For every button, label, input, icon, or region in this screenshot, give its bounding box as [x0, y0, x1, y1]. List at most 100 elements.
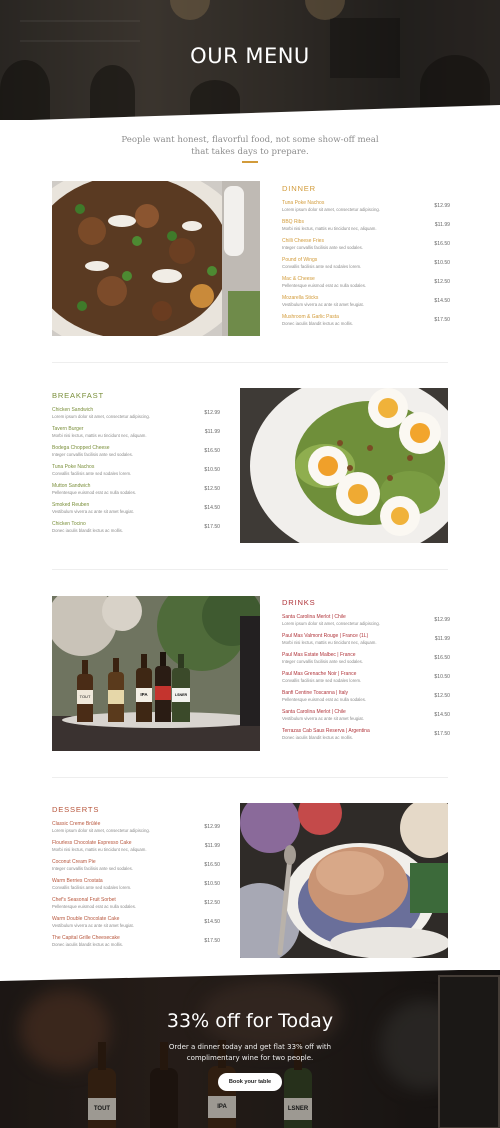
- item-price: $14.50: [204, 919, 220, 925]
- list-item: Chef's Seasonal Fruit Sorbet Pellentesque…: [52, 897, 220, 915]
- item-desc: Vestibulum viverra ac ante sit amet feug…: [282, 716, 364, 721]
- item-price: $12.50: [434, 279, 450, 285]
- item-name: Tuna Poke Nachos: [52, 464, 95, 470]
- list-item: Coconut Cream Pie Integer convallis facil…: [52, 859, 220, 877]
- item-name: Flourless Chocolate Espresso Cake: [52, 840, 132, 846]
- item-price: $10.50: [204, 467, 220, 473]
- item-desc: Vestibulum viverra ac ante sit amet feug…: [282, 302, 364, 307]
- item-desc: Donec iaculis blandit lectus ac mollis.: [282, 735, 353, 740]
- item-desc: Donec iaculis blandit lectus ac mollis.: [282, 321, 353, 326]
- item-price: $10.50: [434, 674, 450, 680]
- item-name: Mushroom & Garlic Pasta: [282, 314, 339, 320]
- list-item: Flourless Chocolate Espresso Cake Morbi n…: [52, 840, 220, 858]
- list-item: Mozarella Sticks Vestibulum viverra ac an…: [282, 295, 450, 313]
- list-item: Mac & Cheese Pellentesque euismod erat ac…: [282, 276, 450, 294]
- list-item: Chilli Cheese Fries Integer convallis fac…: [282, 238, 450, 256]
- item-name: Banfi Centine Toscanna | Italy: [282, 690, 348, 696]
- item-price: $14.50: [204, 505, 220, 511]
- item-name: Warm Double Chocolate Cake: [52, 916, 120, 922]
- item-price: $17.50: [204, 938, 220, 944]
- item-price: $11.99: [204, 843, 220, 849]
- list-item: Warm Berries Crostata Convallis facilisis…: [52, 878, 220, 896]
- page-title: OUR MENU: [190, 44, 310, 68]
- list-item: The Capital Grille Cheesecake Donec iacul…: [52, 935, 220, 953]
- promo-subtitle: Order a dinner today and get flat 33% of…: [168, 1043, 332, 1062]
- item-price: $12.50: [204, 900, 220, 906]
- item-desc: Lorem ipsum dolor sit amet, consectetur …: [282, 621, 380, 626]
- list-item: Paul Mas Estate Malbec | France Integer c…: [282, 652, 450, 670]
- item-price: $16.50: [204, 448, 220, 454]
- item-desc: Donec iaculis blandit lectus ac mollis.: [52, 528, 123, 533]
- item-name: Smoked Reuben: [52, 502, 90, 508]
- item-name: Pound of Wings: [282, 257, 318, 263]
- item-price: $12.99: [434, 617, 450, 623]
- item-name: Bodega Chopped Cheese: [52, 445, 110, 451]
- bottle-label: LSNER: [172, 688, 190, 702]
- bottle-4: [155, 652, 171, 722]
- list-item: Mutton Sandwich Pellentesque euismod erat…: [52, 483, 220, 501]
- list-item: Terrazas Cab Saus Reserva | Argentina Don…: [282, 728, 450, 746]
- item-desc: Convallis facilisis ante sed sodales lor…: [52, 885, 132, 890]
- item-price: $16.50: [204, 862, 220, 868]
- item-desc: Lorem ipsum dolor sit amet, consectetur …: [282, 207, 380, 212]
- item-name: Chicken Sandwich: [52, 407, 94, 413]
- bottle-label: TOUT: [77, 690, 93, 704]
- list-item: Tuna Poke Nachos Lorem ipsum dolor sit am…: [282, 200, 450, 218]
- section-divider: [52, 777, 448, 778]
- item-desc: Convallis facilisis ante sed sodales lor…: [52, 471, 132, 476]
- item-desc: Convallis facilisis ante sed sodales lor…: [282, 264, 362, 269]
- item-desc: Integer convallis facilisis ante sed sod…: [282, 245, 363, 250]
- drinks-title: DRINKS: [282, 598, 316, 607]
- item-price: $12.50: [434, 693, 450, 699]
- section-divider: [52, 362, 448, 363]
- item-name: Chef's Seasonal Fruit Sorbet: [52, 897, 116, 903]
- item-desc: Pellentesque euismod erat ac nulla sodal…: [282, 697, 367, 702]
- promo-title: 33% off for Today: [166, 1010, 334, 1032]
- item-name: BBQ Ribs: [282, 219, 304, 225]
- item-price: $14.50: [434, 712, 450, 718]
- list-item: Bodega Chopped Cheese Integer convallis f…: [52, 445, 220, 463]
- list-item: Classic Creme Brûlée Lorem ipsum dolor si…: [52, 821, 220, 839]
- list-item: Pound of Wings Convallis facilisis ante s…: [282, 257, 450, 275]
- item-price: $10.50: [434, 260, 450, 266]
- item-desc: Lorem ipsum dolor sit amet, consectetur …: [52, 414, 150, 419]
- dinner-photo: [52, 181, 260, 336]
- item-desc: Pellentesque euismod erat ac nulla sodal…: [52, 904, 137, 909]
- bottle-1: TOUT: [77, 660, 93, 722]
- dinner-title: DINNER: [282, 184, 316, 193]
- list-item: BBQ Ribs Morbi nisi lectus, mattis eu tin…: [282, 219, 450, 237]
- item-name: Classic Creme Brûlée: [52, 821, 101, 827]
- item-desc: Lorem ipsum dolor sit amet, consectetur …: [52, 828, 150, 833]
- item-price: $11.99: [434, 222, 450, 228]
- item-name: Mac & Cheese: [282, 276, 315, 282]
- list-item: Chicken Tocino Donec iaculis blandit lect…: [52, 521, 220, 539]
- list-item: Santa Carolina Merlot | Chile Lorem ipsum…: [282, 614, 450, 632]
- promo-slant-divider: [0, 970, 459, 981]
- list-item: Chicken Sandwich Lorem ipsum dolor sit am…: [52, 407, 220, 425]
- item-desc: Integer convallis facilisis ante sed sod…: [52, 452, 133, 457]
- list-item: Paul Mas Valmont Rouge | France (1L) Morb…: [282, 633, 450, 651]
- item-price: $10.50: [204, 881, 220, 887]
- breakfast-title: BREAKFAST: [52, 391, 104, 400]
- item-price: $12.50: [204, 486, 220, 492]
- item-desc: Morbi nisi lectus, mattis eu tincidunt n…: [52, 847, 147, 852]
- list-item: Warm Double Chocolate Cake Vestibulum viv…: [52, 916, 220, 934]
- item-price: $17.50: [434, 731, 450, 737]
- item-name: Tavern Burger: [52, 426, 84, 432]
- list-item: Tavern Burger Morbi nisi lectus, mattis e…: [52, 426, 220, 444]
- item-price: $12.99: [434, 203, 450, 209]
- intro-accent-line: [242, 161, 258, 163]
- breakfast-photo: [240, 388, 448, 543]
- item-name: Paul Mas Valmont Rouge | France (1L): [282, 633, 369, 639]
- bottle-3: IPA: [136, 654, 152, 722]
- item-name: Mozarella Sticks: [282, 295, 319, 301]
- item-name: Chilli Cheese Fries: [282, 238, 324, 244]
- intro-text: People want honest, flavorful food, not …: [121, 135, 379, 157]
- item-price: $16.50: [434, 655, 450, 661]
- book-table-button[interactable]: Book your table: [218, 1073, 282, 1091]
- drinks-photo: TOUT IPA LSNER: [52, 596, 260, 751]
- item-name: Terrazas Cab Saus Reserva | Argentina: [282, 728, 370, 734]
- item-desc: Morbi nisi lectus, mattis eu tincidunt n…: [282, 640, 377, 645]
- item-price: $14.50: [434, 298, 450, 304]
- list-item: Mushroom & Garlic Pasta Donec iaculis bla…: [282, 314, 450, 332]
